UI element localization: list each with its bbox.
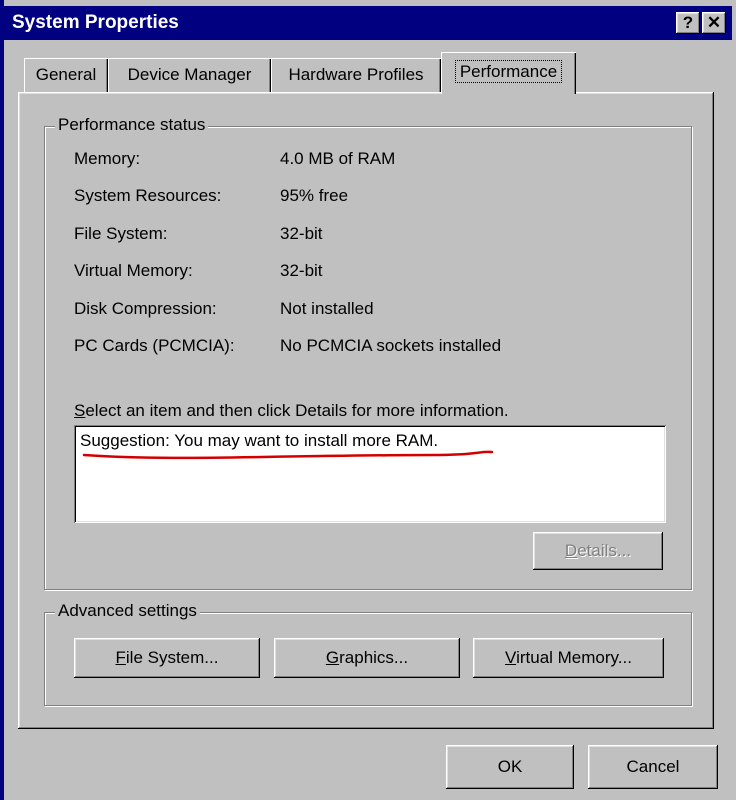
file-system-label: File System: xyxy=(74,224,168,243)
tab-performance-label: Performance xyxy=(454,60,563,83)
file-system-value: 32-bit xyxy=(280,224,323,243)
tab-performance[interactable]: Performance xyxy=(441,52,576,94)
cancel-button[interactable]: Cancel xyxy=(588,745,718,789)
question-mark-icon: ? xyxy=(682,13,694,32)
close-icon: ✕ xyxy=(706,13,722,32)
virtual-memory-button[interactable]: Virtual Memory... xyxy=(473,638,664,678)
system-resources-label: System Resources: xyxy=(74,186,222,205)
system-resources-value: 95% free xyxy=(280,186,349,205)
ok-button[interactable]: OK xyxy=(446,745,574,789)
graphics-button[interactable]: Graphics... xyxy=(274,638,460,678)
performance-status-group: Performance status Memory: 4.0 MB of RAM… xyxy=(44,113,692,590)
close-button[interactable]: ✕ xyxy=(702,12,726,34)
select-item-instruction: Select an item and then click Details fo… xyxy=(74,399,509,423)
title-bar[interactable]: System Properties ? ✕ xyxy=(4,6,732,40)
red-annotation-underline xyxy=(82,450,494,460)
details-button[interactable]: Details... xyxy=(533,532,663,570)
tab-device-manager[interactable]: Device Manager xyxy=(108,58,271,92)
virtual-memory-value: 32-bit xyxy=(280,261,323,280)
disk-compression-value: Not installed xyxy=(280,299,374,318)
suggestion-listbox[interactable]: Suggestion: You may want to install more… xyxy=(74,425,666,523)
virtual-memory-button-label: irtual Memory... xyxy=(516,648,632,667)
graphics-button-label: raphics... xyxy=(339,648,409,667)
file-system-button-label: ile System... xyxy=(125,648,219,667)
file-system-button[interactable]: File System... xyxy=(74,638,260,678)
pc-cards-label: PC Cards (PCMCIA): xyxy=(74,336,235,355)
details-label: etails... xyxy=(577,541,632,560)
tab-hardware-profiles[interactable]: Hardware Profiles xyxy=(271,58,441,92)
memory-value: 4.0 MB of RAM xyxy=(280,149,396,168)
virtual-memory-mnemonic: V xyxy=(505,648,517,667)
system-properties-window: System Properties ? ✕ General Device Man… xyxy=(0,0,736,800)
file-system-mnemonic: F xyxy=(115,648,126,667)
help-button[interactable]: ? xyxy=(676,12,700,34)
memory-label: Memory: xyxy=(74,149,141,168)
details-mnemonic: D xyxy=(564,541,578,560)
performance-tab-panel: Performance status Memory: 4.0 MB of RAM… xyxy=(18,92,714,729)
disk-compression-label: Disk Compression: xyxy=(74,299,217,318)
pc-cards-value: No PCMCIA sockets installed xyxy=(280,336,502,355)
window-title: System Properties xyxy=(12,12,179,33)
performance-status-legend: Performance status xyxy=(55,113,209,137)
tab-general[interactable]: General xyxy=(24,58,108,92)
instruction-mnemonic: S xyxy=(74,401,86,420)
virtual-memory-label: Virtual Memory: xyxy=(74,261,193,280)
advanced-settings-group: Advanced settings File System... Graphic… xyxy=(44,599,692,706)
advanced-settings-legend: Advanced settings xyxy=(55,599,200,623)
instruction-text: elect an item and then click Details for… xyxy=(85,401,509,420)
graphics-mnemonic: G xyxy=(325,648,340,667)
desktop-edge xyxy=(0,0,4,800)
